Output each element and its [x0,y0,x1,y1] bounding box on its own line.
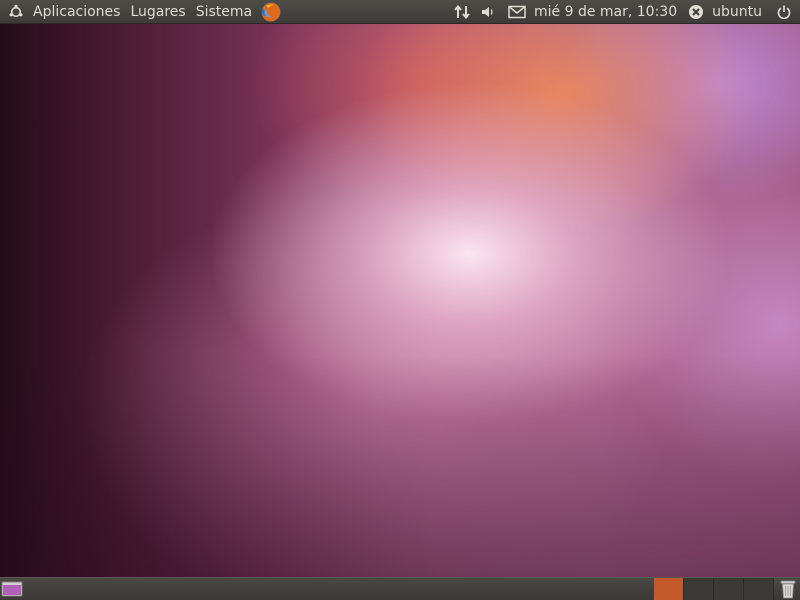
user-menu[interactable]: ubuntu [709,0,766,24]
top-panel: Aplicaciones Lugares Sistema mié 9 de ma… [0,0,800,24]
desktop-wallpaper[interactable] [0,24,800,577]
system-menu[interactable]: Sistema [191,0,257,24]
workspace-4[interactable] [744,578,774,600]
firefox-icon[interactable] [259,0,283,24]
clock[interactable]: mié 9 de mar, 10:30 [530,0,683,24]
trash-icon[interactable] [778,579,798,599]
user-status-icon[interactable] [684,0,708,24]
power-icon[interactable] [772,0,796,24]
workspace-switcher[interactable] [654,578,774,600]
workspace-1[interactable] [654,578,684,600]
volume-icon[interactable] [476,0,500,24]
network-arrows-icon[interactable] [450,0,474,24]
ubuntu-logo-icon[interactable] [4,0,28,24]
places-menu[interactable]: Lugares [125,0,190,24]
show-desktop-icon[interactable] [1,580,23,598]
panel-menus: Aplicaciones Lugares Sistema [0,0,283,24]
panel-indicators: mié 9 de mar, 10:30 ubuntu [449,0,800,24]
applications-menu[interactable]: Aplicaciones [28,0,125,24]
workspace-2[interactable] [684,578,714,600]
mail-envelope-icon[interactable] [505,0,529,24]
workspace-3[interactable] [714,578,744,600]
bottom-panel [0,577,800,600]
